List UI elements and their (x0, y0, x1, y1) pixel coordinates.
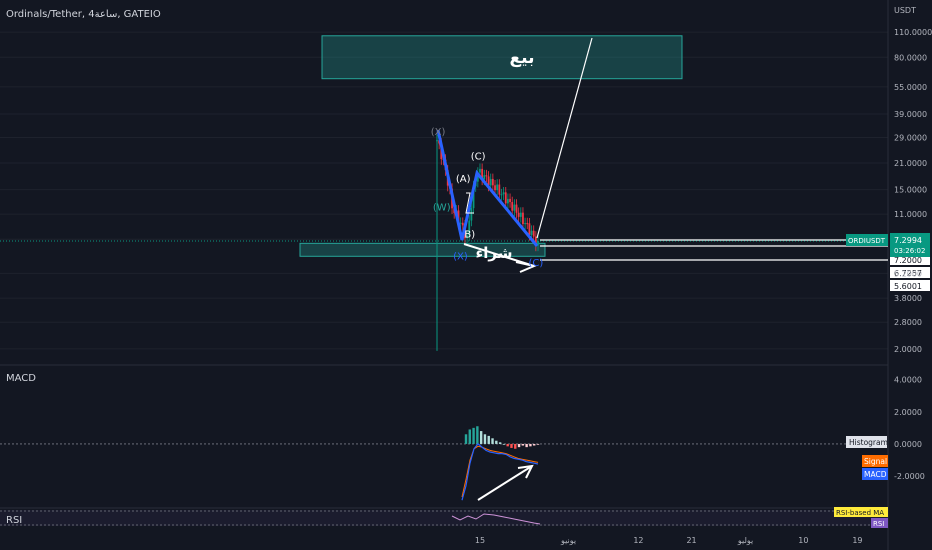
price-tick-label: 110.0000 (894, 28, 932, 37)
time-tick-label: 19 (852, 536, 862, 545)
histogram-bar (502, 443, 506, 445)
histogram-bar (525, 443, 528, 448)
wave-label: (X) (431, 127, 446, 138)
histogram-bar (510, 443, 513, 448)
time-tick-label: يوليو (737, 536, 753, 545)
candle-body (496, 184, 499, 191)
sell-zone[interactable] (321, 35, 683, 80)
candle-body (524, 223, 527, 225)
histogram-bar (491, 438, 494, 444)
candle-body (489, 178, 492, 186)
candle-body (485, 175, 488, 177)
symbol-tag-text: ORDIUSDT (848, 237, 886, 245)
histogram-bar (536, 443, 540, 445)
histogram-bar (476, 426, 479, 444)
time-tick-label: يونيو (560, 536, 576, 545)
candle-body (528, 223, 531, 235)
price-tick-label: 29.0000 (894, 133, 927, 142)
candle-body (502, 192, 505, 195)
wave-label: (C) (471, 151, 486, 162)
currency-label: USDT (894, 6, 916, 15)
rsi-label: RSI (6, 515, 22, 526)
candle-body (494, 185, 496, 191)
histogram-bar (479, 431, 483, 444)
candle-body (459, 222, 462, 224)
candle-body (517, 212, 520, 217)
histogram-bar (464, 434, 468, 444)
macd-tag-text: MACD (864, 470, 887, 479)
signal-tag-text: Signal (864, 457, 887, 466)
candle-body (461, 222, 464, 226)
price-tick-label: 5.2000 (894, 269, 922, 278)
rsi-ma-tag-text: RSI-based MA (836, 509, 884, 517)
histogram-bar (468, 429, 471, 444)
chart-stage[interactable]: Ordinals/Tether, 4ساعة, GATEIO USDT بيع 7… (0, 0, 932, 550)
time-tick-label: 12 (633, 536, 643, 545)
time-tick-label: 10 (798, 536, 808, 545)
histogram-bar (529, 443, 532, 447)
macd-tick-label: -2.0000 (894, 472, 925, 481)
last-price-value: 7.2994 (894, 236, 922, 245)
wave-label: B) (464, 229, 475, 240)
rsi-band (0, 510, 888, 526)
time-tick-label: 15 (475, 536, 485, 545)
price-tick-label: 15.0000 (894, 186, 927, 195)
buy-zone-label: شراء (476, 244, 513, 262)
price-tick-label: 2.8000 (894, 318, 922, 327)
histogram-bar (506, 443, 509, 447)
wave-label: (C) (529, 258, 544, 269)
level-tag-text: 5.6001 (894, 282, 922, 291)
price-tick-label: 39.0000 (894, 110, 927, 119)
price-tick-label: 80.0000 (894, 53, 927, 62)
wave-label: (X) (453, 251, 468, 262)
candle-body (504, 192, 507, 204)
candle-body (513, 204, 516, 211)
price-tick-label: 3.8000 (894, 294, 922, 303)
candle-body (526, 223, 529, 225)
candle-body (519, 212, 522, 217)
histogram-bar (487, 435, 490, 444)
histogram-bar (472, 427, 475, 444)
candle-body (511, 202, 514, 211)
candle-body (509, 198, 511, 203)
price-tick-label: 2.0000 (894, 345, 922, 354)
histogram-bar (533, 443, 536, 446)
histogram-bar (495, 440, 498, 444)
wave-label: (A) (456, 174, 471, 185)
candle-body (479, 168, 481, 173)
macd-tick-label: 0.0000 (894, 440, 922, 449)
price-tick-label: 21.0000 (894, 159, 927, 168)
price-tick-label: 55.0000 (894, 83, 927, 92)
price-tick-label: 11.0000 (894, 210, 927, 219)
macd-tick-label: 2.0000 (894, 408, 922, 417)
sell-zone-label: بيع (510, 48, 535, 68)
rsi-tag-text: RSI (873, 520, 884, 528)
chart-title: Ordinals/Tether, 4ساعة, GATEIO (6, 9, 161, 20)
level-tag-text: 7.2000 (894, 256, 922, 265)
candle-body (507, 198, 509, 204)
candle-body (498, 184, 501, 195)
candle-body (470, 208, 473, 221)
candle-body (491, 178, 494, 186)
candle-body (530, 230, 533, 235)
chart-background (0, 0, 932, 550)
macd-label: MACD (6, 373, 36, 384)
histogram-bar (483, 434, 487, 444)
time-tick-label: 21 (686, 536, 696, 545)
macd-tick-label: 4.0000 (894, 376, 922, 385)
histogram-bar (498, 442, 502, 444)
histogram-tag-text: Histogram (849, 438, 888, 447)
candle-body (522, 212, 524, 225)
candle-body (500, 194, 503, 196)
histogram-bar (521, 443, 525, 446)
histogram-bar (514, 443, 517, 449)
candle-body (515, 204, 518, 213)
candle-body (532, 230, 535, 237)
last-price-countdown: 03:26:02 (894, 247, 925, 255)
histogram-bar (517, 443, 521, 448)
wave-label: (W) (433, 203, 451, 214)
